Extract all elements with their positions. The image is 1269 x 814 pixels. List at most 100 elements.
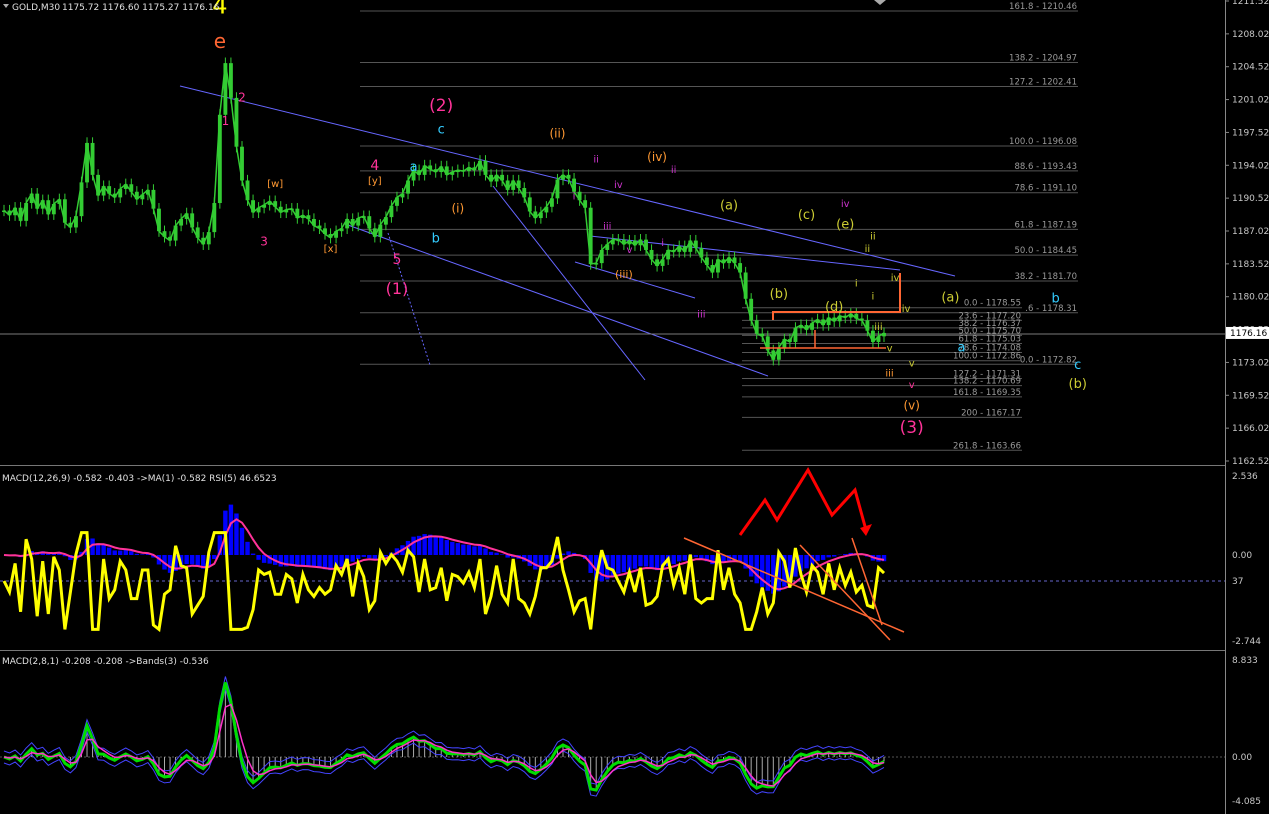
fib-label: 161.8 - 1210.46	[1009, 2, 1077, 12]
wave-label: e	[214, 29, 226, 53]
wave-label: iii	[697, 310, 705, 321]
wave-label: ii	[593, 155, 599, 166]
fib-label-small: 200 - 1167.17	[961, 408, 1021, 418]
fib-label-small: 0.0 - 1178.55	[964, 299, 1021, 309]
fib-label: 0.0 - 1172.82	[1020, 355, 1077, 365]
chart-ohlc: 1175.72 1176.60 1175.27 1176.16	[62, 3, 220, 13]
fib-layer: 161.8 - 1210.46 138.2 - 1204.97 127.2 - 12…	[360, 2, 1078, 451]
price-tick-label: 1194.02	[1232, 161, 1269, 171]
wave-label: iv	[891, 273, 900, 284]
wave-label: (iii)	[615, 268, 633, 281]
price-tick-label: 1201.02	[1232, 96, 1269, 106]
wave-label: 3	[260, 234, 268, 248]
wave-label: 4	[370, 158, 379, 174]
wave-label: a	[410, 160, 418, 175]
wave-label: (a)	[720, 199, 738, 214]
price-tick-label: 1211.52	[1232, 0, 1269, 7]
fib-label: 50.0 - 1184.45	[1014, 246, 1077, 256]
macd2-line	[3, 682, 885, 792]
wave-label: iii	[603, 221, 611, 232]
wave-label: ii	[870, 232, 876, 243]
macd-tick-label: -2.744	[1232, 637, 1261, 647]
wave-label: (3)	[900, 418, 924, 438]
wave-label: [y]	[368, 176, 382, 187]
wave-label: iii	[874, 322, 882, 333]
wave-label: iv	[614, 180, 623, 191]
fib-label-small: 138.2 - 1170.69	[953, 377, 1021, 387]
price-axis: 1211.52 1208.02 1204.52 1201.02 1197.52 1194.…	[1225, 0, 1269, 467]
trendline-lower	[344, 223, 769, 377]
wave-label: a	[957, 340, 965, 355]
fib-label: 38.2 - 1181.70	[1014, 272, 1077, 282]
fib-label-small: 161.8 - 1169.35	[953, 388, 1021, 398]
trendline-mid2	[574, 261, 696, 299]
wave-label: (1)	[386, 279, 409, 298]
wave-label: (2)	[429, 96, 453, 116]
bands-lower-line	[3, 688, 885, 797]
price-tick-label: 1166.02	[1232, 424, 1269, 434]
wave-label: 1	[222, 114, 230, 128]
wave-label: 2	[238, 91, 246, 105]
wave-label: i	[855, 279, 858, 290]
wave-label: [w]	[267, 179, 283, 190]
trendline-mid1	[492, 185, 646, 381]
price-tick-label: 1208.02	[1232, 30, 1269, 40]
price-tick-label: 1183.52	[1232, 260, 1269, 270]
price-tick-label: 1162.52	[1232, 457, 1269, 467]
wave-label: (v)	[903, 399, 919, 413]
current-price-label: 1176.16	[1230, 329, 1267, 339]
wave-label: [x]	[324, 244, 338, 255]
wave-label: b	[1051, 292, 1059, 307]
wave-label: c	[438, 123, 445, 138]
header-triangle-icon	[3, 4, 9, 8]
macd-panel: 2.536 0.00 37 -2.744	[0, 472, 1261, 647]
fib-label: 88.6 - 1193.43	[1014, 162, 1077, 172]
fib-label: 78.6 - 1191.10	[1014, 184, 1077, 194]
wave-label: iv	[902, 304, 911, 315]
wave-label: v	[909, 380, 915, 391]
macd2-panel: 8.833 0.00 -4.085	[0, 656, 1261, 807]
wave-label: ii	[865, 244, 871, 255]
price-tick-label: 1204.52	[1232, 63, 1269, 73]
price-tick-label: 1180.02	[1232, 293, 1269, 303]
wave-label: iii	[885, 369, 893, 380]
fib-label-small: 261.8 - 1163.66	[953, 441, 1021, 451]
macd-tick-label: 2.536	[1232, 472, 1258, 482]
macd-tick-label: 0.00	[1232, 551, 1252, 561]
price-tick-label: 1187.02	[1232, 227, 1269, 237]
wave-label: (b)	[1069, 377, 1087, 392]
fib-label: 138.2 - 1204.97	[1009, 53, 1077, 63]
fib-label: 61.8 - 1187.19	[1014, 220, 1077, 230]
panels	[0, 0, 1226, 814]
wave-label: i	[661, 238, 664, 249]
macd2-tick-label: -4.085	[1232, 797, 1261, 807]
wave-label: iv	[841, 199, 850, 210]
bands-upper-line	[3, 676, 885, 785]
wave-label: (c)	[798, 208, 815, 223]
price-tick-label: 1169.52	[1232, 391, 1269, 401]
wave-label: (d)	[825, 300, 843, 315]
wave-label: i	[573, 191, 576, 202]
chart-root: 161.8 - 1210.46 138.2 - 1204.97 127.2 - 12…	[0, 0, 1269, 814]
wave-label: (ii)	[549, 126, 565, 140]
wave-label: c	[1074, 358, 1081, 373]
wave-label: ii	[671, 165, 677, 176]
red-arrow-zigzag	[738, 466, 868, 536]
trendlines	[0, 85, 1225, 381]
wave-label: (e)	[836, 217, 854, 232]
macd-tick-label: 37	[1232, 577, 1243, 587]
wave-label: i	[872, 292, 875, 303]
wave-label: v	[626, 245, 632, 256]
price-tick-label: 1197.52	[1232, 128, 1269, 138]
wave-label: v	[887, 343, 893, 354]
macd-header: MACD(12,26,9) -0.582 -0.403 ->MA(1) -0.5…	[2, 474, 277, 484]
top-marker-icon	[874, 0, 886, 5]
wave-label: v	[909, 358, 915, 369]
chart-symbol: GOLD,M30	[12, 3, 60, 13]
macd2-tick-label: 8.833	[1232, 656, 1258, 666]
macd2-header: MACD(2,8,1) -0.208 -0.208 ->Bands(3) -0.…	[2, 657, 209, 667]
price-tick-label: 1190.52	[1232, 194, 1269, 204]
fib-label: 100.0 - 1196.08	[1009, 137, 1077, 147]
trendline-upper	[179, 85, 956, 277]
wave-label: (b)	[770, 287, 788, 302]
